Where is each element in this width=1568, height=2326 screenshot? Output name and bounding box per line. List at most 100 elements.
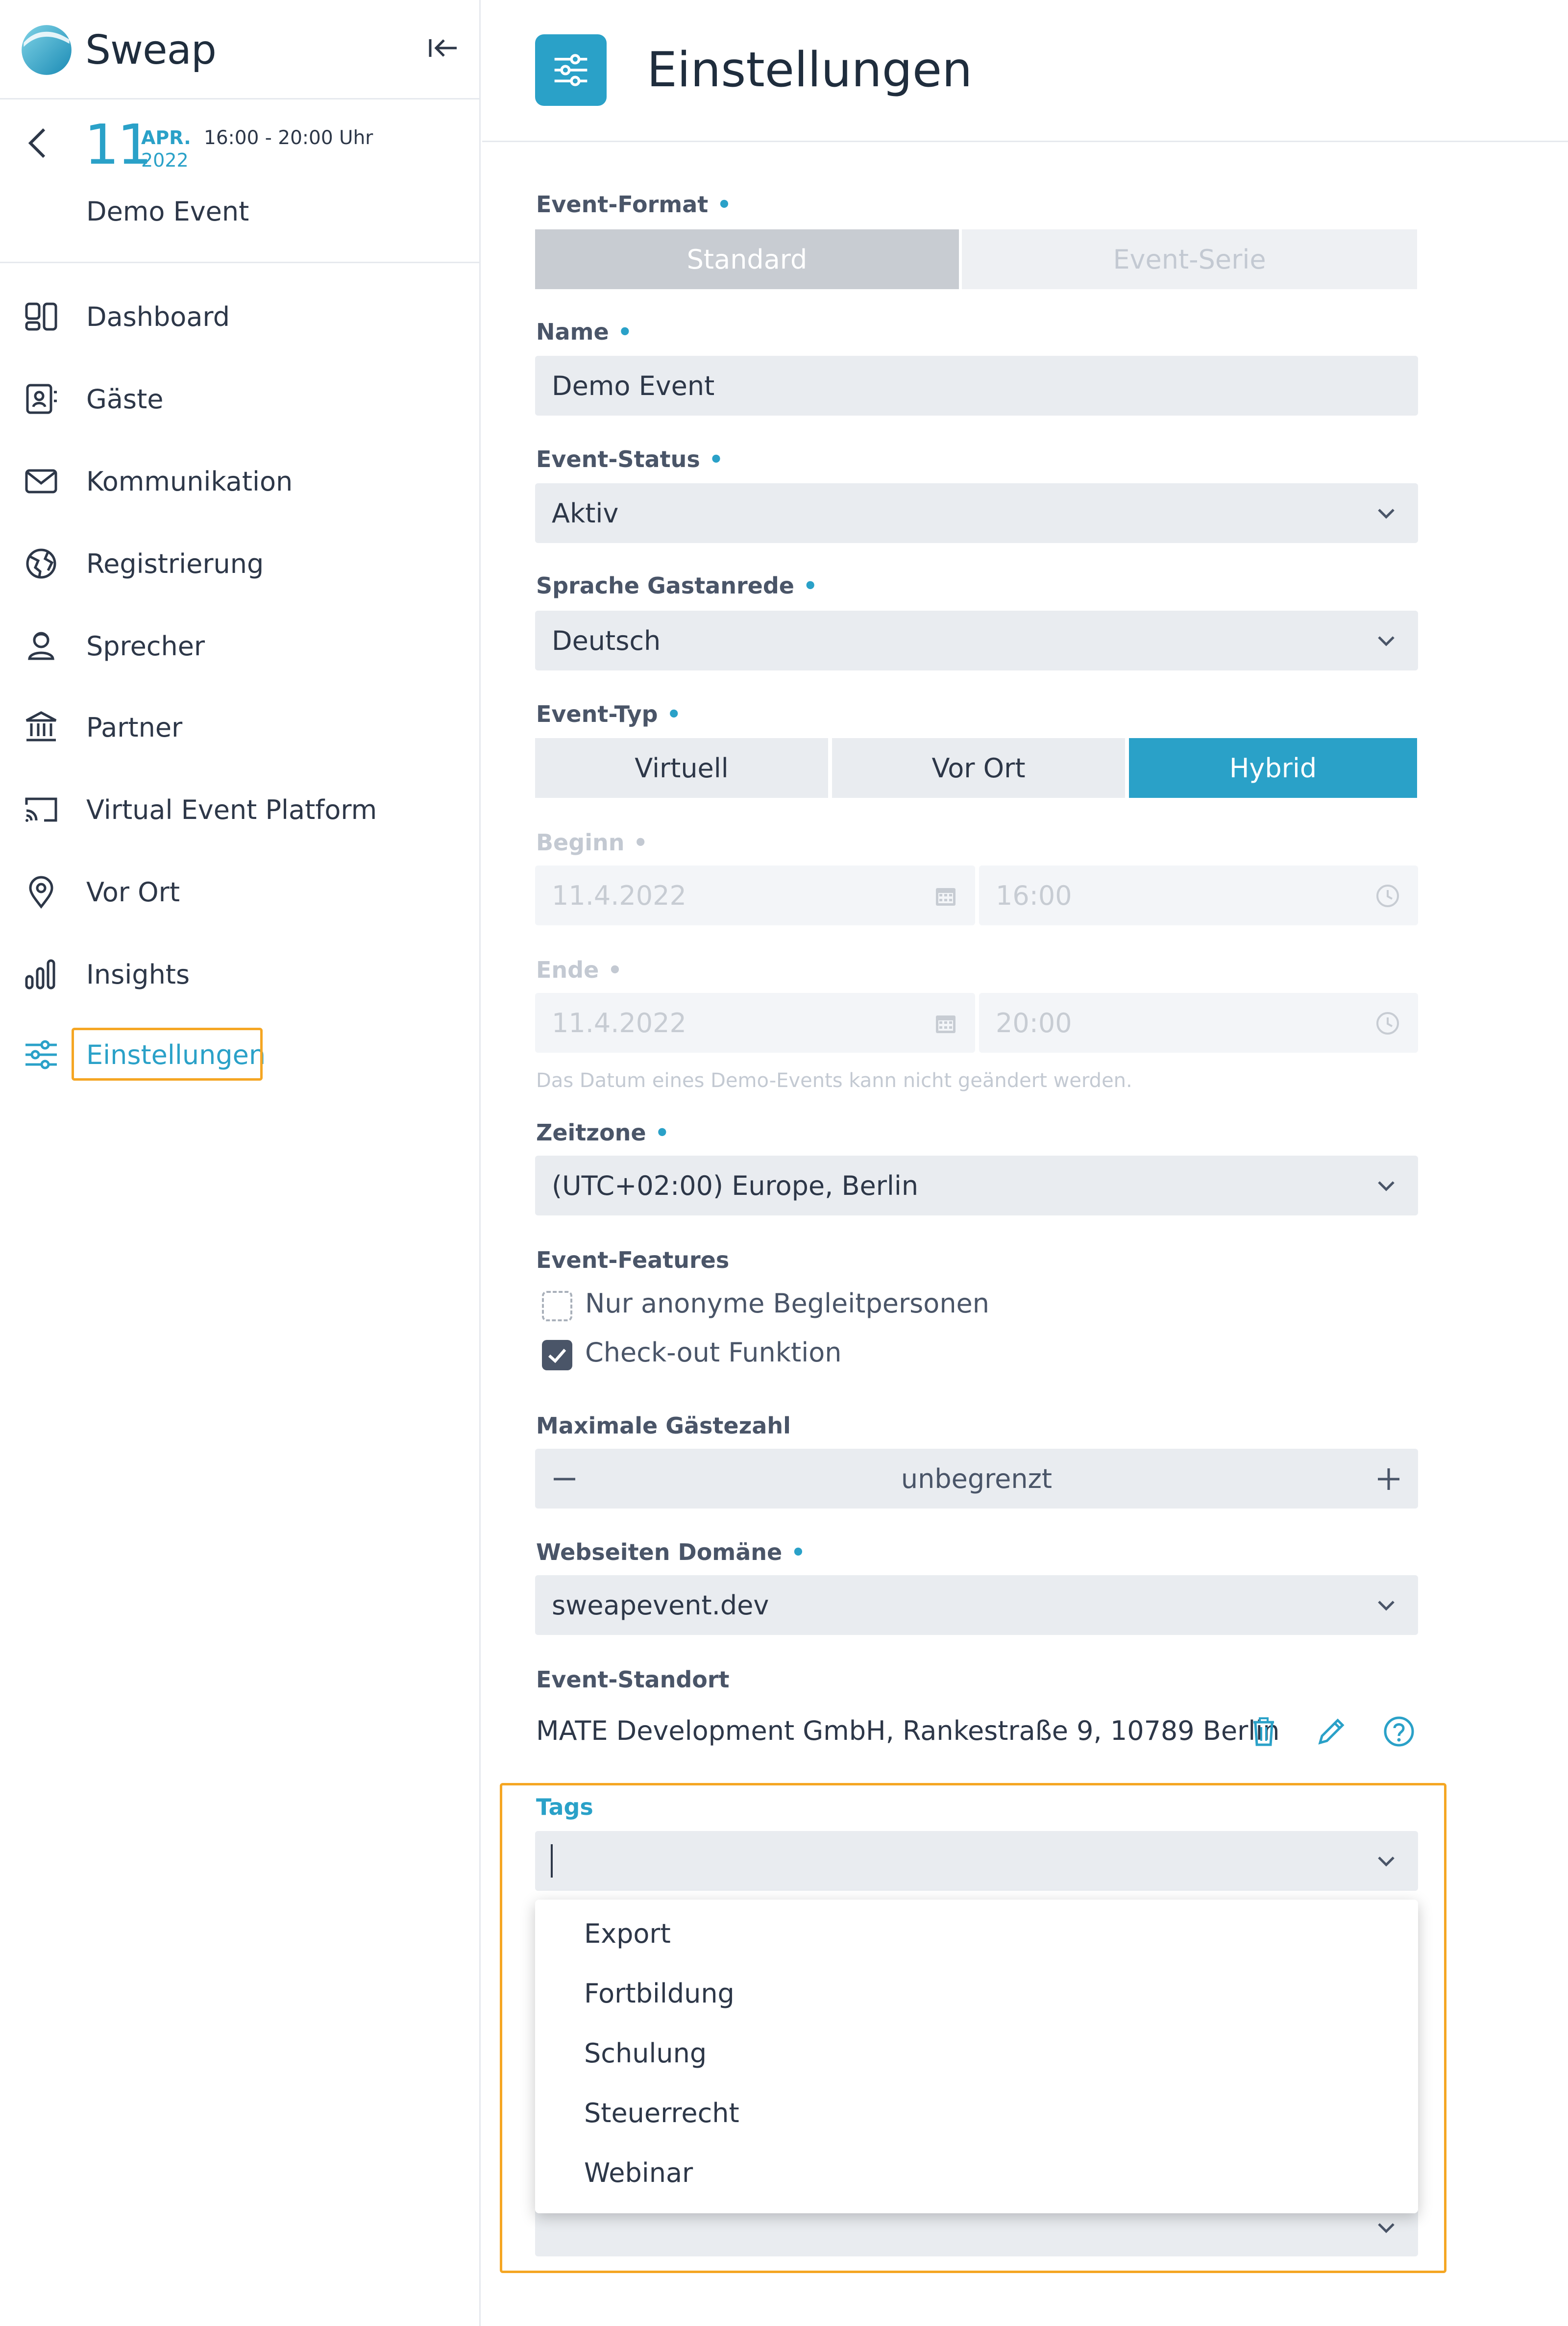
location-pin-icon [22,872,61,912]
bank-icon [22,708,61,747]
checkbox-label: Nur anonyme Begleitpersonen [585,1288,990,1319]
nav-item-virtual-event-platform[interactable]: Virtual Event Platform [0,780,479,839]
minus-icon[interactable] [550,1464,579,1494]
max-guests-value: unbegrenzt [901,1463,1053,1494]
cast-icon [22,790,61,829]
chevron-down-icon [1378,1856,1395,1867]
tag-option[interactable]: Fortbildung [584,1978,735,2009]
end-time-value: 20:00 [996,1007,1072,1039]
timezone-select[interactable]: (UTC+02:00) Europe, Berlin [535,1156,1418,1215]
settings-sliders-icon [535,34,607,106]
tag-option[interactable]: Steuerrecht [584,2098,739,2128]
nav-label: Insights [86,959,190,990]
domain-select[interactable]: sweapevent.dev [535,1575,1418,1635]
sidebar: Sweap 11 APR. 2022 16:00 - 20:00 Uhr Dem… [0,0,481,2326]
max-guests-stepper[interactable]: unbegrenzt [535,1449,1418,1509]
begin-date-input[interactable]: 11.4.2022 [535,866,975,925]
required-dot: • [633,829,648,856]
event-time: 16:00 - 20:00 Uhr [204,127,373,149]
end-date-value: 11.4.2022 [552,1007,686,1039]
required-dot: • [608,957,622,983]
nav-label: Partner [86,712,183,743]
nav-label: Dashboard [86,301,230,332]
language-label: Sprache Gastanrede • [536,572,817,599]
page-header [482,0,1568,142]
collapse-sidebar-icon[interactable] [426,33,461,63]
max-guests-label: Maximale Gästezahl [536,1412,791,1439]
event-month: APR. [141,127,191,148]
label-text: Webseiten Domäne [536,1539,783,1565]
required-dot: • [803,572,818,599]
plus-icon[interactable] [1374,1464,1403,1494]
tag-option[interactable]: Export [584,1918,671,1949]
nav-item-dashboard[interactable]: Dashboard [0,287,479,346]
divider [0,98,479,99]
segment-hybrid[interactable]: Hybrid [1129,738,1417,798]
brand[interactable]: Sweap [21,21,217,79]
trash-icon[interactable] [1247,1714,1281,1749]
calendar-icon [936,1015,956,1033]
event-status-label: Event-Status • [536,446,723,472]
event-status-select[interactable]: Aktiv [535,483,1418,543]
mail-icon [22,462,61,501]
required-dot: • [655,1119,670,1146]
nav-item-vor-ort[interactable]: Vor Ort [0,863,479,921]
end-date-input[interactable]: 11.4.2022 [535,993,975,1053]
text-cursor [551,1844,553,1878]
tag-option[interactable]: Webinar [584,2157,693,2188]
checkbox-anonymous-companions[interactable] [542,1291,572,1321]
pencil-icon[interactable] [1314,1714,1348,1749]
end-time-input[interactable]: 20:00 [979,993,1418,1053]
chevron-down-icon [1378,509,1395,519]
checkmark-icon [548,1349,566,1363]
nav-item-sprecher[interactable]: Sprecher [0,617,479,675]
chevron-down-icon [1378,1601,1395,1611]
segment-vor-ort[interactable]: Vor Ort [832,738,1125,798]
label-text: Event-Typ [536,701,658,727]
nav-label: Sprecher [86,630,205,662]
event-format-label: Event-Format • [536,191,732,218]
help-icon[interactable] [1382,1714,1416,1749]
back-chevron-icon[interactable] [24,124,53,163]
tags-input[interactable] [535,1831,1418,1891]
begin-time-input[interactable]: 16:00 [979,866,1418,925]
highlight-box [72,1028,263,1081]
app-name: Sweap [85,26,217,74]
globe-icon [22,544,61,583]
nav-item-kommunikation[interactable]: Kommunikation [0,452,479,511]
page-title: Einstellungen [647,42,973,98]
segment-virtuell[interactable]: Virtuell [535,738,828,798]
label-text: Sprache Gastanrede [536,572,794,599]
contacts-icon [22,379,61,419]
segment-standard[interactable]: Standard [535,229,959,289]
nav-item-insights[interactable]: Insights [0,945,479,1004]
checkbox-label: Check-out Funktion [585,1337,842,1368]
name-value: Demo Event [552,370,715,401]
event-status-value: Aktiv [552,497,619,529]
checkbox-checkout[interactable] [542,1340,572,1370]
event-features-label: Event-Features [536,1247,730,1273]
end-label: Ende • [536,957,622,983]
chevron-down-icon [1378,636,1395,646]
begin-time-value: 16:00 [996,880,1072,911]
bar-chart-icon [22,955,61,994]
calendar-icon [936,888,956,906]
chevron-down-icon [1378,2223,1395,2233]
nav-item-partner[interactable]: Partner [0,698,479,757]
date-hint: Das Datum eines Demo-Events kann nicht g… [536,1069,1132,1092]
domain-value: sweapevent.dev [552,1589,769,1621]
tag-option[interactable]: Schulung [584,2038,707,2069]
label-text: Event-Format [536,191,709,218]
sliders-icon [22,1035,61,1074]
segment-event-serie[interactable]: Event-Serie [962,229,1417,289]
domain-label: Webseiten Domäne • [536,1539,806,1565]
language-select[interactable]: Deutsch [535,611,1418,670]
nav-label: Virtual Event Platform [86,794,377,825]
timezone-label: Zeitzone • [536,1119,669,1146]
chevron-down-icon [1378,1181,1395,1191]
nav-item-gaeste[interactable]: Gäste [0,370,479,428]
nav-label: Registrierung [86,548,264,579]
name-input[interactable]: Demo Event [535,356,1418,416]
nav-item-registrierung[interactable]: Registrierung [0,534,479,593]
begin-label: Beginn • [536,829,648,856]
